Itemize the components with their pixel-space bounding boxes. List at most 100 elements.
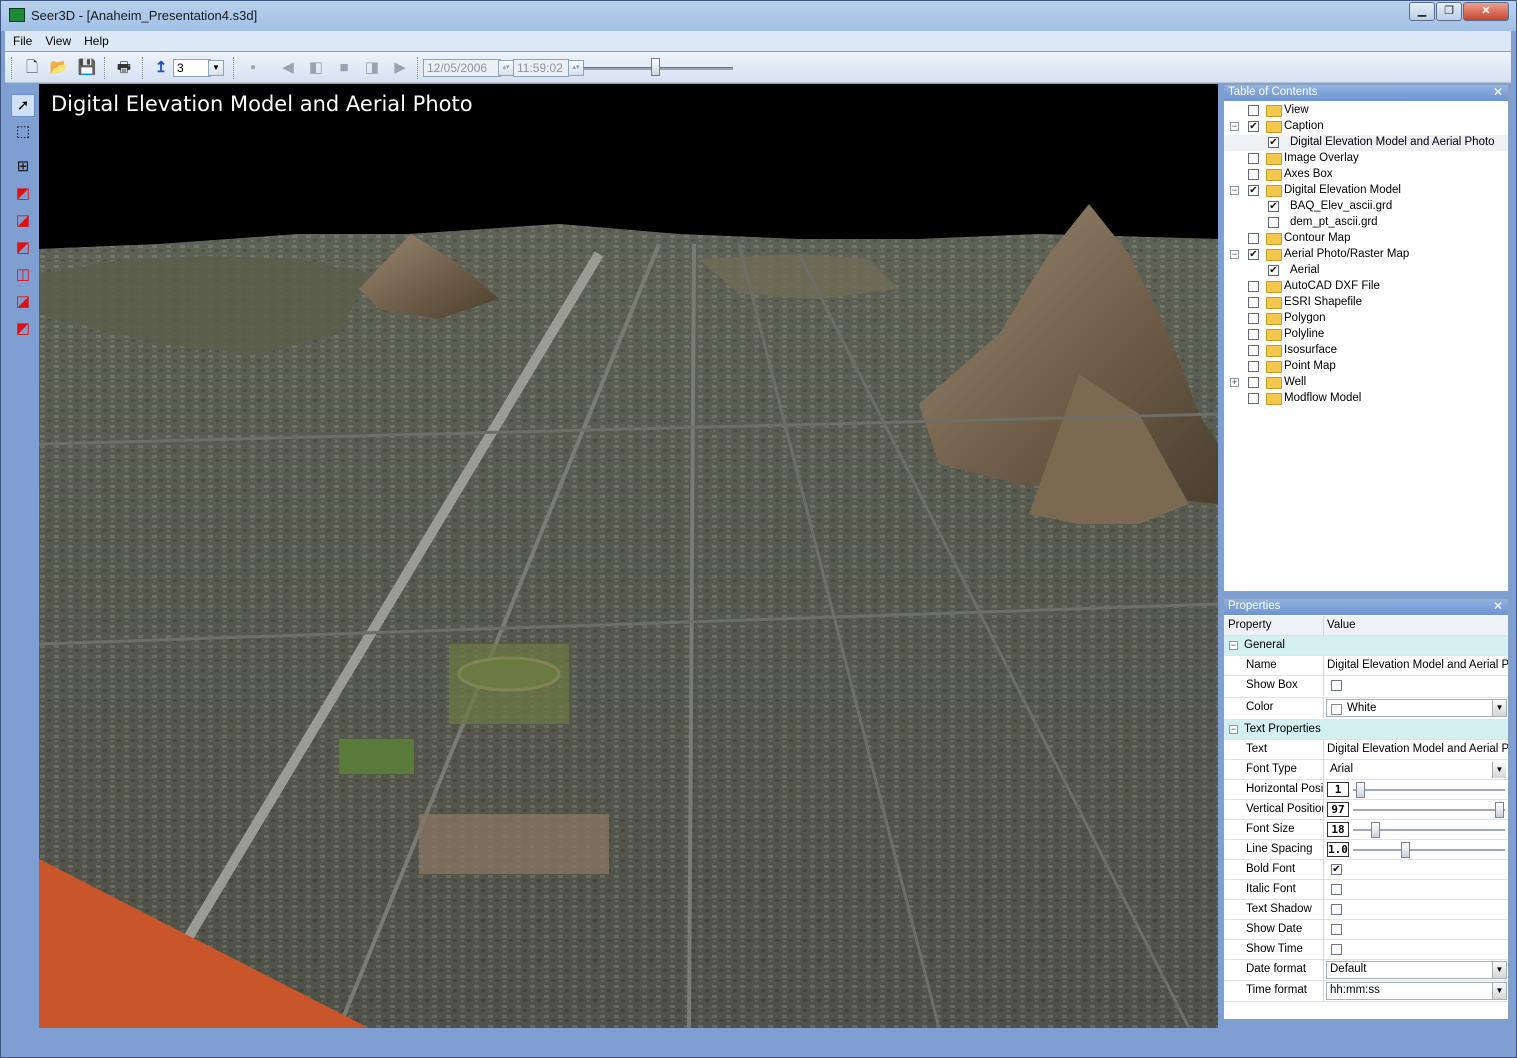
property-row-font-size[interactable]: Font Size 18 [1224,820,1508,840]
toc-item-checkbox[interactable]: ✔ [1268,201,1279,212]
toolbar-grip[interactable] [11,57,13,79]
3d-viewport[interactable]: Digital Elevation Model and Aerial Photo [39,84,1218,1028]
toc-item-checkbox[interactable] [1268,217,1279,228]
record-icon[interactable]: ● [242,57,264,79]
toc-item[interactable]: ESRI Shapefile [1224,295,1508,311]
toc-item[interactable]: Image Overlay [1224,151,1508,167]
property-text-value[interactable]: Digital Elevation Model and Aerial Photo [1325,740,1508,760]
property-name-value[interactable]: Digital Elevation Model and Aerial Photo [1325,656,1508,676]
toc-item[interactable]: + Well [1224,375,1508,391]
time-format-select[interactable]: hh:mm:ss ▼ [1326,982,1507,1000]
category-general[interactable]: − General [1224,636,1508,656]
toc-item[interactable]: View [1224,103,1508,119]
show-box-checkbox[interactable] [1331,680,1342,691]
collapse-icon[interactable]: − [1230,186,1239,195]
chevron-down-icon[interactable]: ▼ [1492,983,1506,999]
property-row-text-shadow[interactable]: Text Shadow [1224,900,1508,920]
bold-font-checkbox[interactable]: ✔ [1331,864,1342,875]
step-forward-icon[interactable]: ◨ [361,57,383,79]
toc-item[interactable]: − ✔ Caption [1224,119,1508,135]
property-row-vertical-position[interactable]: Vertical Position 97 [1224,800,1508,820]
open-folder-icon[interactable]: 📂 [48,57,70,79]
line-spacing-thumb[interactable] [1401,842,1411,858]
print-icon[interactable]: 🖶 [113,57,135,79]
toc-item-checkbox[interactable]: ✔ [1268,137,1279,148]
time-slider-thumb[interactable] [651,58,661,76]
chevron-down-icon[interactable]: ▼ [1492,962,1506,978]
time-spinner[interactable]: ▴▾ [568,60,584,76]
minimize-button[interactable]: ▁ [1409,2,1435,21]
property-row-time-format[interactable]: Time format hh:mm:ss ▼ [1224,981,1508,1002]
property-row-show-time[interactable]: Show Time [1224,940,1508,960]
horizontal-position-thumb[interactable] [1355,782,1365,798]
expand-icon[interactable]: + [1230,378,1239,387]
toc-item-checkbox[interactable] [1248,393,1259,404]
stop-icon[interactable]: ■ [333,57,355,79]
menu-view[interactable]: View [37,31,76,48]
toc-item-checkbox[interactable] [1248,377,1259,388]
color-select[interactable]: White ▼ [1326,699,1507,717]
toc-item-checkbox[interactable]: ✔ [1248,185,1259,196]
category-text-properties[interactable]: − Text Properties [1224,720,1508,740]
toc-item-checkbox[interactable] [1248,153,1259,164]
show-date-checkbox[interactable] [1331,924,1342,935]
property-row-date-format[interactable]: Date format Default ▼ [1224,960,1508,981]
toc-item-checkbox[interactable] [1248,297,1259,308]
toc-item[interactable]: − ✔ Aerial Photo/Raster Map [1224,247,1508,263]
date-format-select[interactable]: Default ▼ [1326,961,1507,979]
toc-item[interactable]: Polyline [1224,327,1508,343]
layer-combo-dropdown[interactable]: ▼ [208,60,224,76]
play-reverse-icon[interactable]: ◀ [277,57,299,79]
toc-item[interactable]: Contour Map [1224,231,1508,247]
toc-item-checkbox[interactable] [1248,281,1259,292]
toc-item-checkbox[interactable] [1248,361,1259,372]
toc-item-checkbox[interactable]: ✔ [1248,121,1259,132]
toc-item[interactable]: ✔ Digital Elevation Model and Aerial Phot… [1224,135,1508,151]
toc-item-checkbox[interactable] [1248,313,1259,324]
property-row-bold-font[interactable]: Bold Font ✔ [1224,860,1508,880]
property-row-text[interactable]: Text Digital Elevation Model and Aerial … [1224,740,1508,760]
toc-item[interactable]: Polygon [1224,311,1508,327]
rubber-band-select-icon[interactable]: ⬚ [11,121,35,144]
layer-combo-input[interactable]: 3 [173,59,211,77]
toc-item-checkbox[interactable]: ✔ [1248,249,1259,260]
property-row-show-box[interactable]: Show Box [1224,676,1508,698]
time-input[interactable]: 11:59:02 [513,59,569,77]
toc-item-checkbox[interactable]: ✔ [1268,265,1279,276]
save-icon[interactable]: 💾 [76,57,98,79]
collapse-icon[interactable]: − [1230,250,1239,259]
view-top-icon[interactable]: ◩ [11,183,35,206]
property-row-font-type[interactable]: Font Type Arial ▼ [1224,760,1508,780]
font-size-thumb[interactable] [1370,822,1380,838]
property-row-color[interactable]: Color White ▼ [1224,698,1508,720]
date-input[interactable]: 12/05/2006 [423,59,501,77]
view-back-icon[interactable]: ◫ [11,264,35,287]
view-front-icon[interactable]: ◩ [11,237,35,260]
toc-item[interactable]: AutoCAD DXF File [1224,279,1508,295]
property-row-horizontal-position[interactable]: Horizontal Positi 1 [1224,780,1508,800]
restore-button[interactable]: ❐ [1436,2,1462,21]
property-row-italic-font[interactable]: Italic Font [1224,880,1508,900]
show-time-checkbox[interactable] [1331,944,1342,955]
toc-item[interactable]: Modflow Model [1224,391,1508,407]
toc-item-checkbox[interactable] [1248,329,1259,340]
close-button[interactable]: ✕ [1463,2,1509,21]
toc-item[interactable]: Axes Box [1224,167,1508,183]
vertical-position-track[interactable] [1353,809,1505,811]
toc-item-checkbox[interactable] [1248,233,1259,244]
fit-extent-icon[interactable]: ⊞ [11,156,35,179]
toc-item[interactable]: ✔ Aerial [1224,263,1508,279]
horizontal-position-track[interactable] [1353,789,1505,791]
properties-close-icon[interactable]: ✕ [1493,599,1503,613]
chevron-down-icon[interactable]: ▼ [1492,700,1506,716]
view-right-icon[interactable]: ◩ [11,318,35,341]
toc-item[interactable]: Point Map [1224,359,1508,375]
toc-close-icon[interactable]: ✕ [1493,85,1503,99]
menu-help[interactable]: Help [76,31,114,48]
property-row-show-date[interactable]: Show Date [1224,920,1508,940]
toc-item-checkbox[interactable] [1248,105,1259,116]
font-type-select[interactable]: Arial ▼ [1326,761,1507,779]
property-row-name[interactable]: Name Digital Elevation Model and Aerial … [1224,656,1508,676]
collapse-icon[interactable]: − [1230,122,1239,131]
chevron-down-icon[interactable]: ▼ [1492,762,1506,778]
